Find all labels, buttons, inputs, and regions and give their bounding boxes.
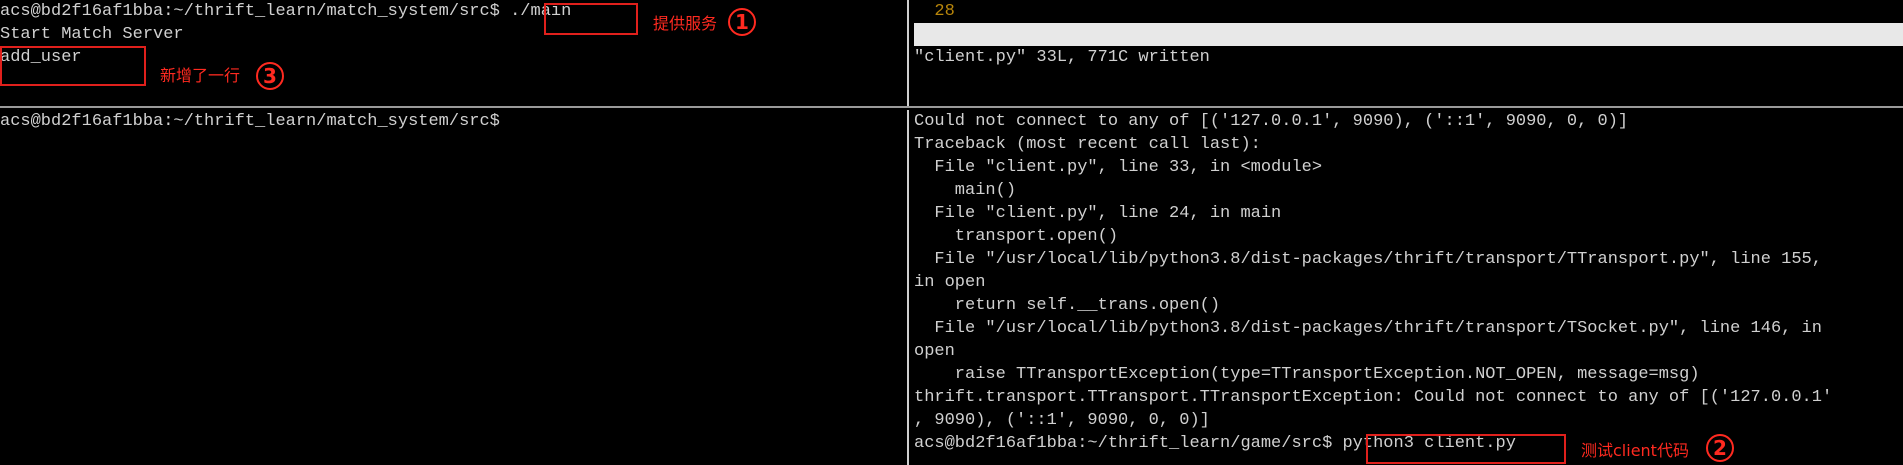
- highlight-box-client-command: [1366, 434, 1566, 464]
- traceback-line: Traceback (most recent call last):: [914, 135, 1261, 154]
- pane-divider-vertical[interactable]: [907, 110, 909, 465]
- annotation-note: 测试client代码: [1581, 441, 1689, 460]
- annotation-note: 新增了一行: [160, 66, 241, 85]
- highlight-box-add-user: [0, 46, 146, 86]
- exception-line: thrift.transport.TTransport.TTransportEx…: [914, 388, 1833, 407]
- traceback-line: in open: [914, 273, 986, 292]
- line-number: 28: [934, 2, 955, 21]
- traceback-line: File "/usr/local/lib/python3.8/dist-pack…: [914, 250, 1822, 269]
- pane-divider-vertical[interactable]: [907, 0, 909, 106]
- error-line: Could not connect to any of [('127.0.0.1…: [914, 112, 1629, 131]
- annotation-number: 2: [1706, 434, 1734, 462]
- pane-vim-editor[interactable]: 28 client.py 25,0-1 75% "client.py" 33L,…: [914, 0, 1903, 106]
- annotation-note: 提供服务: [653, 14, 718, 33]
- status-cursor-position: 25,0-1: [1514, 71, 1576, 90]
- exception-line: , 9090), ('::1', 9090, 0, 0)]: [914, 411, 1210, 430]
- shell-prompt: acs@bd2f16af1bba:~/thrift_learn/match_sy…: [0, 2, 511, 21]
- shell-prompt: acs@bd2f16af1bba:~/thrift_learn/game/src…: [914, 434, 1343, 453]
- traceback-line: File "client.py", line 33, in <module>: [914, 158, 1323, 177]
- traceback-line: return self.__trans.open(): [914, 296, 1221, 315]
- annotation-number: 3: [256, 62, 284, 90]
- traceback-line: File "client.py", line 24, in main: [914, 204, 1282, 223]
- vim-message: "client.py" 33L, 771C written: [914, 48, 1210, 67]
- terminal-line: acs@bd2f16af1bba:~/thrift_learn/match_sy…: [0, 0, 571, 23]
- traceback-line: raise TTransportException(type=TTranspor…: [914, 365, 1700, 384]
- pane-client-shell[interactable]: Could not connect to any of [('127.0.0.1…: [914, 110, 1903, 465]
- traceback-line: open: [914, 342, 955, 361]
- highlight-box-main: [544, 3, 638, 35]
- pane-shell-left[interactable]: acs@bd2f16af1bba:~/thrift_learn/match_sy…: [0, 110, 904, 465]
- annotation-number: 1: [728, 8, 756, 36]
- shell-prompt: acs@bd2f16af1bba:~/thrift_learn/match_sy…: [0, 112, 500, 131]
- editor-line: 28: [914, 0, 955, 23]
- vim-status-bar: client.py 25,0-1 75%: [914, 23, 1903, 106]
- pane-divider-horizontal[interactable]: [0, 106, 1903, 108]
- traceback-line: transport.open(): [914, 227, 1119, 246]
- traceback-line: main(): [914, 181, 1017, 200]
- traceback-line: File "/usr/local/lib/python3.8/dist-pack…: [914, 319, 1822, 338]
- status-percent: 75%: [1824, 94, 1855, 106]
- server-output-line: Start Match Server: [0, 25, 184, 44]
